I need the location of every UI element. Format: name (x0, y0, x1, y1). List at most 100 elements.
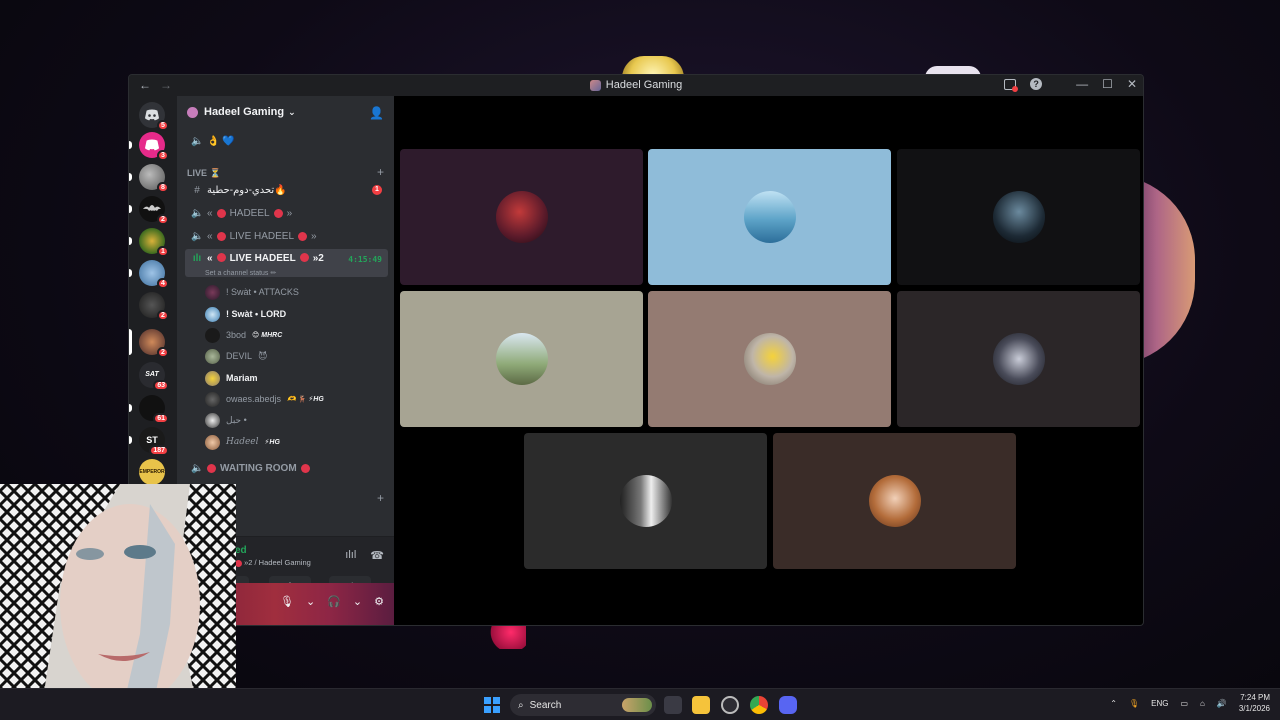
live-dot (216, 208, 226, 218)
network-icon[interactable]: ⌂ (1200, 699, 1205, 708)
set-channel-status[interactable]: Set a channel status ✏ (205, 269, 276, 277)
user-tag: 🫶 🦌 ⚡HG (287, 396, 324, 403)
volume-icon[interactable]: 🔊 (1217, 699, 1227, 708)
participant-tile[interactable] (648, 291, 891, 427)
voice-channel[interactable]: 🔈 « HADEEL » (185, 203, 388, 223)
participant-tile[interactable] (400, 291, 643, 427)
clock[interactable]: 7:24 PM 3/1/2026 (1239, 692, 1270, 714)
app-icon[interactable] (721, 696, 739, 714)
server-pill (129, 404, 132, 412)
minimize-button[interactable]: — (1076, 77, 1088, 91)
category-live[interactable]: LIVE ⏳ (187, 168, 221, 179)
voice-user[interactable]: DEVIL 😈 (205, 346, 267, 366)
voice-user-name: DEVIL (226, 351, 253, 361)
server-item[interactable]: ST 187 (129, 427, 169, 456)
live-dot (216, 231, 226, 241)
server-dm-home[interactable]: 5 (139, 102, 169, 131)
file-explorer-icon[interactable] (692, 696, 710, 714)
voice-user[interactable]: Mariam (205, 368, 258, 388)
search-placeholder: Search (529, 699, 562, 711)
search-icon: ⌕ (518, 699, 524, 711)
participant-tile[interactable] (773, 433, 1016, 569)
voice-user[interactable]: ! Swàt • LORD (205, 304, 286, 324)
windows-start-icon[interactable] (484, 697, 500, 713)
disconnect-icon[interactable]: ☎ (370, 549, 384, 562)
help-icon[interactable]: ? (1030, 78, 1043, 90)
badge: 61 (153, 413, 169, 424)
microphone-icon[interactable]: 🎙 (1129, 699, 1139, 708)
channel-label: تحدي-دوم-حطية🔥 (207, 184, 287, 196)
voice-channel[interactable]: 🔈 👌 💙 (185, 131, 388, 151)
chevron-down-icon[interactable]: ⌄ (353, 595, 362, 608)
voice-location[interactable]: »2 / Hadeel Gaming (235, 558, 311, 567)
close-button[interactable]: ✕ (1127, 77, 1137, 91)
display-icon[interactable]: ▭ (1180, 699, 1188, 708)
live-dot (235, 559, 242, 567)
server-item[interactable]: SAT 63 (139, 362, 169, 391)
server-item[interactable]: 8 (129, 164, 169, 193)
chevron-up-icon[interactable]: ⌃ (1110, 699, 1117, 708)
badge: 5 (157, 120, 169, 131)
server-pill (129, 269, 132, 277)
participant-tile[interactable] (897, 291, 1140, 427)
server-label: ST (146, 435, 158, 445)
language-indicator[interactable]: ENG (1151, 699, 1168, 708)
channel-label: 👌 💙 (207, 135, 235, 147)
live-dot (207, 463, 216, 473)
inbox-icon[interactable] (1004, 78, 1019, 92)
microphone-icon[interactable]: 🎙 (280, 595, 294, 608)
avatar (205, 370, 220, 386)
server-item[interactable]: 1 (129, 228, 169, 257)
text-channel[interactable]: # تحدي-دوم-حطية🔥 1 (185, 180, 388, 200)
voice-channel[interactable]: 🔈 « LIVE HADEEL » (185, 226, 388, 246)
voice-user[interactable]: 3bod 😊 MHRC (205, 325, 282, 345)
server-item[interactable]: 2 (139, 292, 169, 321)
search-box[interactable]: ⌕ Search (510, 694, 656, 716)
add-channel-icon[interactable]: + (377, 491, 384, 505)
chevron-down-icon[interactable]: ⌄ (306, 595, 315, 608)
server-item[interactable]: 61 (129, 395, 169, 424)
participant-tile[interactable] (897, 149, 1140, 285)
avatar (205, 348, 220, 364)
voice-user[interactable]: owaes.abedjs 🫶 🦌 ⚡HG (205, 389, 324, 409)
badge: 1 (157, 246, 169, 257)
live-dot (216, 253, 226, 262)
server-item[interactable]: 2 (129, 196, 169, 225)
window-title: Hadeel Gaming (605, 79, 683, 91)
voice-user[interactable]: حبل • (205, 410, 247, 430)
webcam-image (0, 484, 236, 720)
participant-tile[interactable] (524, 433, 767, 569)
noise-suppression-icon[interactable]: ılıl (345, 549, 356, 562)
participant-tile[interactable] (648, 149, 891, 285)
voice-channel[interactable]: 🔈 WAITING ROOM (185, 458, 388, 478)
voice-user-name: ! Swàt • LORD (226, 309, 287, 319)
server-pill (129, 237, 132, 245)
server-item[interactable]: 3 (129, 132, 169, 161)
headphones-icon[interactable]: 🎧 (327, 595, 341, 608)
server-item[interactable]: 2 (129, 329, 169, 358)
chrome-icon[interactable] (750, 696, 768, 714)
voice-user[interactable]: Hadeel ⚡HG (205, 432, 280, 452)
server-pill (129, 141, 132, 149)
task-view-icon[interactable] (664, 696, 682, 714)
live-dot (298, 231, 308, 241)
voice-user[interactable]: ! Swàt • ATTACKS (205, 282, 299, 302)
avatar (205, 284, 220, 300)
server-item[interactable]: EMPEROR (139, 459, 165, 485)
voice-location-text: »2 / Hadeel Gaming (244, 558, 311, 567)
participant-tile[interactable] (400, 149, 643, 285)
badge: 2 (157, 310, 169, 321)
add-user-icon[interactable]: 👤 (369, 106, 384, 120)
gear-icon[interactable]: ⚙ (374, 595, 384, 608)
avatar (743, 191, 796, 243)
discord-taskbar-icon[interactable] (779, 696, 797, 714)
wallpaper-flare (488, 625, 526, 649)
server-label: EMPEROR (139, 469, 165, 475)
avatar (992, 191, 1045, 243)
server-header[interactable]: Hadeel Gaming ⌄ 👤 (177, 96, 394, 128)
maximize-button[interactable]: ☐ (1102, 77, 1113, 91)
add-channel-icon[interactable]: + (377, 165, 384, 179)
avatar (868, 475, 921, 527)
server-item[interactable]: 4 (129, 260, 169, 289)
voice-user-name: حبل • (226, 414, 247, 425)
